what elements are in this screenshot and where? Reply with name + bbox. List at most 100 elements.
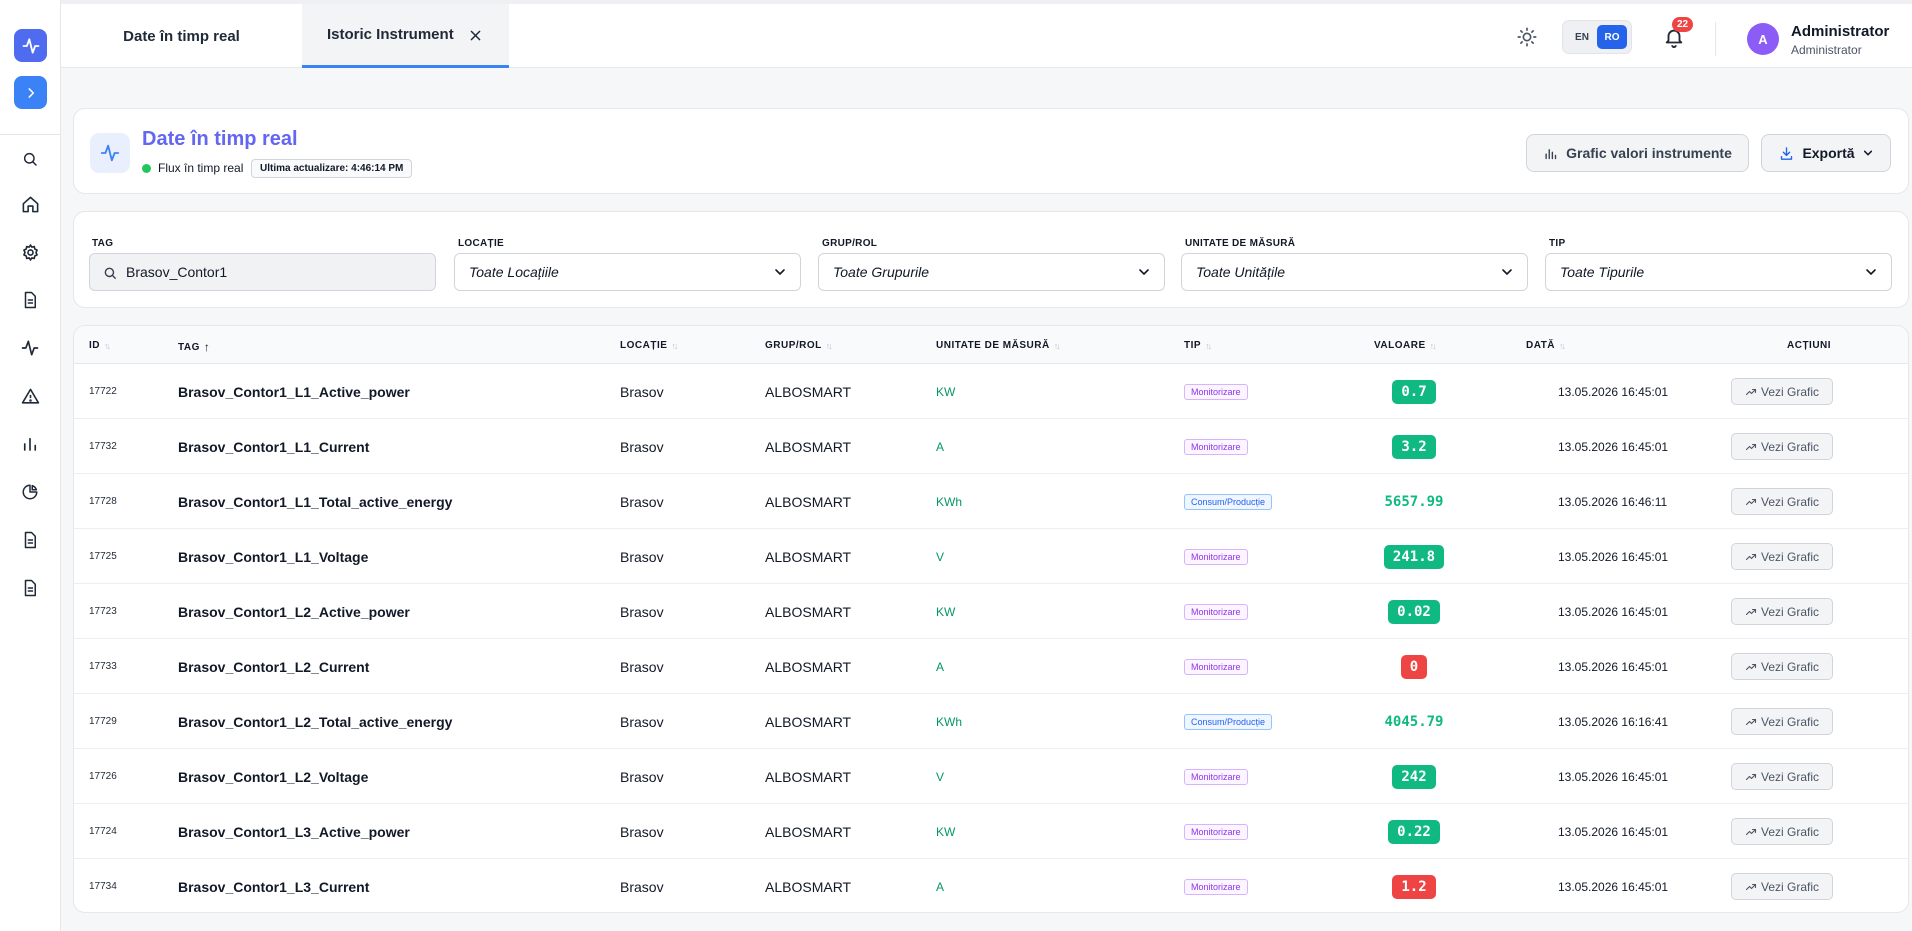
sort-icon: ↑↓ [671, 340, 678, 351]
last-update-badge: Ultima actualizare: 4:46:14 PM [251, 159, 413, 178]
column-header-type[interactable]: TIP ↑↓ [1184, 340, 1212, 351]
live-status-dot [142, 164, 151, 173]
view-chart-button[interactable]: Vezi Grafic [1731, 543, 1833, 570]
column-header-group[interactable]: GRUP/ROL ↑↓ [765, 340, 833, 351]
close-tab-button[interactable] [466, 26, 484, 44]
row-unit: KW [936, 604, 956, 619]
location-select-value: Toate Locațiile [469, 264, 559, 280]
row-actions-cell: Vezi Grafic [1731, 694, 1833, 749]
row-tag: Brasov_Contor1_L2_Total_active_energy [178, 713, 453, 730]
row-date: 13.05.2026 16:45:01 [1558, 384, 1669, 399]
sidebar-item-settings[interactable] [19, 241, 41, 263]
row-unit: KW [936, 384, 956, 399]
column-header-unit[interactable]: UNITATE DE MĂSURĂ ↑↓ [936, 340, 1061, 351]
row-id: 17728 [89, 496, 117, 507]
row-group: ALBOSMART [765, 768, 852, 785]
instrument-chart-button[interactable]: Grafic valori instrumente [1526, 134, 1749, 172]
table-row: 17729 Brasov_Contor1_L2_Total_active_ener… [74, 694, 1908, 749]
row-group: ALBOSMART [765, 603, 852, 620]
tag-search-input[interactable]: Brasov_Contor1 [89, 253, 436, 291]
chevron-right-icon [27, 87, 34, 98]
row-group: ALBOSMART [765, 658, 852, 675]
row-value-cell: 0 [1334, 639, 1494, 694]
warning-icon [21, 388, 39, 404]
row-actions-cell: Vezi Grafic [1731, 639, 1833, 694]
view-chart-button[interactable]: Vezi Grafic [1731, 818, 1833, 845]
group-select[interactable]: Toate Grupurile [818, 253, 1165, 291]
view-chart-button[interactable]: Vezi Grafic [1731, 763, 1833, 790]
table-row: 17724 Brasov_Contor1_L3_Active_power Braso… [74, 804, 1908, 859]
row-type-cell: Monitorizare [1184, 364, 1248, 419]
type-filter-label: TIP [1549, 238, 1566, 249]
sort-icon: ↑↓ [1205, 340, 1212, 351]
lang-en-button[interactable]: EN [1567, 25, 1597, 49]
row-unit: KWh [936, 494, 963, 509]
view-chart-button[interactable]: Vezi Grafic [1731, 653, 1833, 680]
avatar[interactable]: A [1747, 23, 1779, 55]
row-value-cell: 0.7 [1334, 364, 1494, 419]
view-chart-button[interactable]: Vezi Grafic [1731, 708, 1833, 735]
sidebar-item-statistics[interactable] [19, 433, 41, 455]
row-date: 13.05.2026 16:45:01 [1558, 659, 1669, 674]
sidebar-item-home[interactable] [19, 193, 41, 215]
value-badge: 5657.99 [1384, 493, 1444, 510]
column-header-value[interactable]: VALOARE ↑↓ [1374, 340, 1437, 351]
row-value-cell: 1.2 [1334, 859, 1494, 912]
row-value-cell: 242 [1334, 749, 1494, 804]
trending-up-icon [1745, 773, 1757, 780]
row-id: 17729 [89, 716, 117, 727]
unit-select[interactable]: Toate Unitățile [1181, 253, 1528, 291]
sidebar-item-alarms[interactable] [19, 385, 41, 407]
app-logo-button[interactable] [14, 29, 47, 62]
row-type-cell: Monitorizare [1184, 584, 1248, 639]
view-chart-button[interactable]: Vezi Grafic [1731, 488, 1833, 515]
view-chart-label: Vezi Grafic [1760, 439, 1820, 454]
view-chart-label: Vezi Grafic [1760, 384, 1820, 399]
instrument-chart-label: Grafic valori instrumente [1566, 145, 1732, 161]
activity-icon [22, 37, 39, 54]
column-header-label: DATĂ [1526, 340, 1556, 351]
row-tag: Brasov_Contor1_L3_Active_power [178, 823, 410, 840]
column-header-location[interactable]: LOCAȚIE ↑↓ [620, 340, 678, 351]
row-location: Brasov [620, 603, 664, 620]
export-button[interactable]: Exportă [1761, 134, 1891, 172]
row-group: ALBOSMART [765, 383, 852, 400]
sidebar-item-logs[interactable] [19, 577, 41, 599]
view-chart-button[interactable]: Vezi Grafic [1731, 433, 1833, 460]
sidebar-item-search[interactable] [19, 148, 41, 170]
type-badge: Consum/Producție [1184, 493, 1273, 510]
sidebar-item-reports[interactable] [19, 289, 41, 311]
column-header-tag[interactable]: TAG ↑ [178, 340, 210, 354]
row-location: Brasov [620, 438, 664, 455]
view-chart-button[interactable]: Vezi Grafic [1731, 598, 1833, 625]
document-icon [24, 579, 36, 597]
view-chart-button[interactable]: Vezi Grafic [1731, 378, 1833, 405]
sidebar-item-realtime[interactable] [19, 337, 41, 359]
value-badge: 3.2 [1392, 434, 1436, 459]
type-badge: Monitorizare [1184, 658, 1248, 675]
lang-ro-button[interactable]: RO [1597, 25, 1627, 49]
row-tag: Brasov_Contor1_L1_Current [178, 438, 370, 455]
column-header-label: GRUP/ROL [765, 340, 822, 351]
type-badge: Monitorizare [1184, 438, 1248, 455]
sidebar-item-analytics[interactable] [19, 481, 41, 503]
tab-instrument-history[interactable]: Istoric Instrument [302, 4, 509, 68]
location-select[interactable]: Toate Locațiile [454, 253, 801, 291]
type-badge: Monitorizare [1184, 768, 1248, 785]
theme-toggle-button[interactable] [1516, 26, 1538, 48]
tab-realtime-data[interactable]: Date în timp real [61, 4, 302, 68]
column-header-id[interactable]: ID ↑↓ [89, 340, 111, 351]
view-chart-button[interactable]: Vezi Grafic [1731, 873, 1833, 900]
row-location: Brasov [620, 493, 664, 510]
sidebar-item-documents[interactable] [19, 529, 41, 551]
expand-sidebar-button[interactable] [14, 76, 47, 109]
row-tag: Brasov_Contor1_L2_Current [178, 658, 370, 675]
close-icon [470, 30, 480, 40]
type-select[interactable]: Toate Tipurile [1545, 253, 1892, 291]
column-header-date[interactable]: DATĂ ↑↓ [1526, 340, 1566, 351]
row-type-cell: Monitorizare [1184, 639, 1248, 694]
trending-up-icon [1745, 443, 1757, 450]
sort-icon: ↑↓ [1429, 340, 1437, 351]
table-row: 17734 Brasov_Contor1_L3_Current Brasov ALBO… [74, 859, 1908, 912]
row-value-cell: 4045.79 [1334, 694, 1494, 749]
